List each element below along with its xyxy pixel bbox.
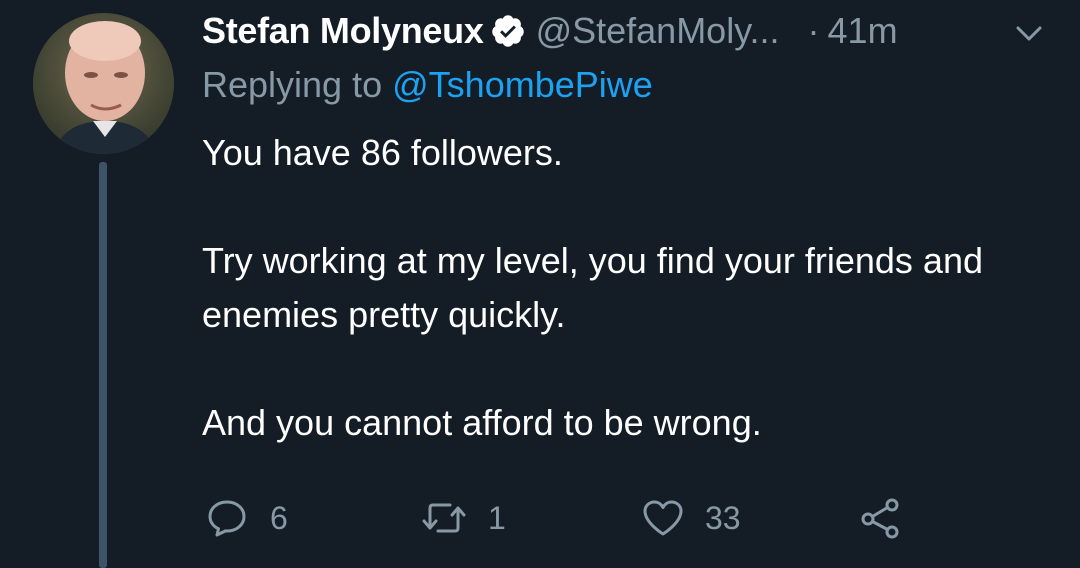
tweet-paragraph: You have 86 followers. xyxy=(202,132,563,173)
mention-link[interactable]: @TshombePiwe xyxy=(392,64,653,105)
share-icon xyxy=(861,498,899,539)
reply-bubble-icon xyxy=(208,500,246,537)
share-button[interactable] xyxy=(858,490,904,546)
timestamp[interactable]: 41m xyxy=(828,10,898,52)
heart-icon xyxy=(643,500,683,536)
reply-button[interactable]: 6 xyxy=(206,490,288,546)
retweet-count: 1 xyxy=(488,499,506,536)
replying-prefix: Replying to xyxy=(202,64,383,105)
chevron-down-icon[interactable] xyxy=(1012,20,1046,46)
reply-count: 6 xyxy=(270,499,288,536)
replying-to: Replying to @TshombePiwe xyxy=(202,64,653,106)
separator-dot: · xyxy=(807,10,820,51)
tweet-paragraph: Try working at my level, you find your f… xyxy=(202,240,983,335)
verified-badge-icon xyxy=(490,13,526,49)
action-bar: 6 1 33 xyxy=(0,490,1080,546)
retweet-button[interactable]: 1 xyxy=(420,490,506,546)
author-name[interactable]: Stefan Molyneux xyxy=(202,10,484,52)
like-count: 33 xyxy=(705,499,741,536)
tweet-paragraph: And you cannot afford to be wrong. xyxy=(202,402,762,443)
retweet-icon xyxy=(422,503,466,533)
author-handle[interactable]: @StefanMoly... xyxy=(536,10,780,52)
tweet-text: You have 86 followers. Try working at my… xyxy=(202,126,1062,450)
tweet-header: Stefan Molyneux @StefanMoly... · 41m xyxy=(202,8,898,54)
avatar[interactable] xyxy=(33,13,174,154)
tweet[interactable]: Stefan Molyneux @StefanMoly... · 41m Rep… xyxy=(0,0,1080,568)
like-button[interactable]: 33 xyxy=(641,490,741,546)
